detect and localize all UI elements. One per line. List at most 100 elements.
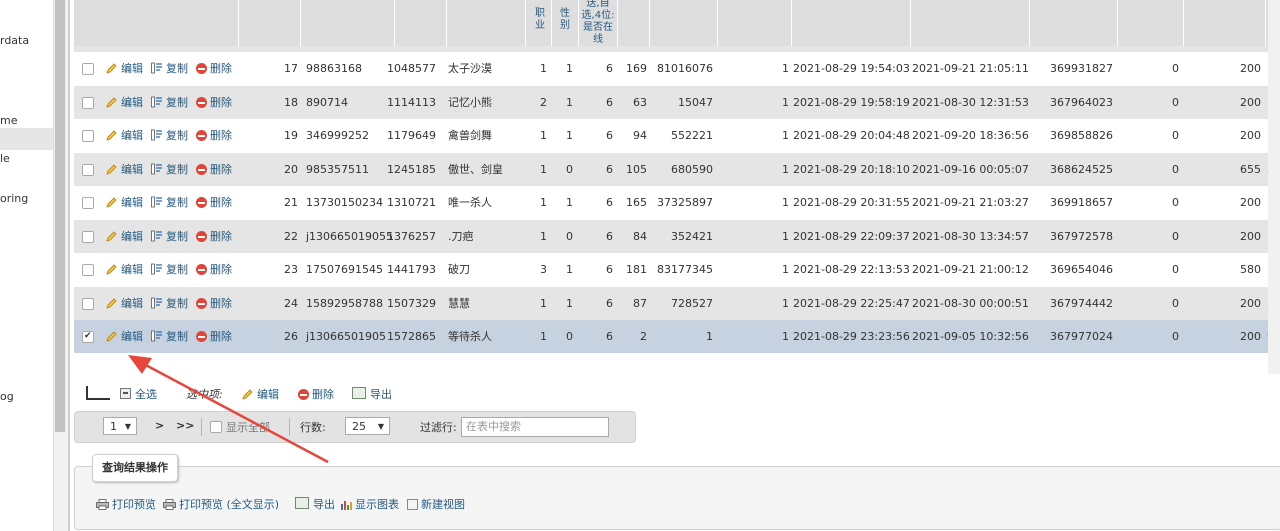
cell-c9[interactable]: 367974442 bbox=[1031, 287, 1113, 320]
row-delete-button[interactable]: 删除 bbox=[196, 320, 232, 353]
cell-c2[interactable]: 0 bbox=[555, 153, 573, 186]
cell-c10[interactable]: 0 bbox=[1119, 52, 1179, 85]
cell-c10[interactable]: 0 bbox=[1119, 320, 1179, 353]
cell-uid[interactable]: 1376257 bbox=[374, 220, 436, 253]
row-edit-button[interactable]: 编辑 bbox=[106, 119, 143, 152]
cell-created[interactable]: 2021-08-29 20:31:55 bbox=[793, 186, 910, 219]
cell-id[interactable]: 18 bbox=[276, 86, 298, 119]
cell-uid[interactable]: 1507329 bbox=[374, 287, 436, 320]
row-checkbox[interactable] bbox=[82, 230, 94, 243]
cell-c2[interactable]: 1 bbox=[555, 52, 573, 85]
cell-last[interactable]: 2021-09-21 21:03:27 bbox=[912, 186, 1029, 219]
table-row[interactable]: 编辑 复制 删除 22 j130665019055 1376257 .刀疤 1 0 6 84 3524… bbox=[74, 219, 1280, 254]
row-checkbox[interactable] bbox=[82, 96, 94, 109]
next-page-button[interactable]: > bbox=[155, 419, 164, 432]
cell-uid[interactable]: 1245185 bbox=[374, 153, 436, 186]
cell-c1[interactable]: 1 bbox=[529, 287, 547, 320]
row-delete-button[interactable]: 删除 bbox=[196, 186, 232, 219]
navigation-scrollbar-thumb[interactable] bbox=[55, 0, 65, 432]
cell-c1[interactable]: 1 bbox=[529, 186, 547, 219]
cell-c6[interactable]: 1 bbox=[719, 119, 789, 152]
cell-last[interactable]: 2021-08-30 13:34:57 bbox=[912, 220, 1029, 253]
cell-c9[interactable]: 369931827 bbox=[1031, 52, 1113, 85]
cell-c4[interactable]: 105 bbox=[619, 153, 647, 186]
cell-last[interactable]: 2021-09-16 00:05:07 bbox=[912, 153, 1029, 186]
cell-c4[interactable]: 87 bbox=[619, 287, 647, 320]
cell-c9[interactable]: 367964023 bbox=[1031, 86, 1113, 119]
row-delete-button[interactable]: 删除 bbox=[196, 153, 232, 186]
table-scrollbar[interactable] bbox=[1268, 0, 1280, 374]
cell-last[interactable]: 2021-09-21 21:05:11 bbox=[912, 52, 1029, 85]
table-row[interactable]: 编辑 复制 删除 19 346999252 1179649 禽兽剑舞 1 1 6 94 552221 1… bbox=[74, 119, 1280, 153]
cell-c11[interactable]: 200 bbox=[1185, 52, 1261, 85]
last-page-button[interactable]: >> bbox=[176, 419, 194, 432]
cell-c9[interactable]: 369858826 bbox=[1031, 119, 1113, 152]
row-checkbox[interactable] bbox=[82, 197, 94, 209]
row-delete-button[interactable]: 删除 bbox=[196, 253, 232, 286]
cell-c1[interactable]: 2 bbox=[529, 86, 547, 119]
column-header-online[interactable]: 送,自 选,4位: 是否在 线 bbox=[579, 0, 617, 46]
create-view-button[interactable]: 新建视图 bbox=[407, 496, 465, 512]
cell-name[interactable]: 等待杀人 bbox=[448, 320, 528, 353]
cell-c5[interactable]: 81016076 bbox=[651, 52, 713, 85]
cell-c1[interactable]: 3 bbox=[529, 253, 547, 286]
cell-c10[interactable]: 0 bbox=[1119, 220, 1179, 253]
cell-c11[interactable]: 200 bbox=[1185, 119, 1261, 152]
cell-created[interactable]: 2021-08-29 19:54:03 bbox=[793, 52, 910, 85]
cell-c2[interactable]: 1 bbox=[555, 186, 573, 219]
bulk-edit-button[interactable]: 编辑 bbox=[242, 386, 279, 402]
row-checkbox[interactable] bbox=[82, 329, 94, 343]
cell-last[interactable]: 2021-09-05 10:32:56 bbox=[912, 320, 1029, 353]
cell-c5[interactable]: 15047 bbox=[651, 86, 713, 119]
row-copy-button[interactable]: 复制 bbox=[151, 320, 188, 353]
cell-created[interactable]: 2021-08-29 19:58:19 bbox=[793, 86, 910, 119]
cell-created[interactable]: 2021-08-29 22:13:53 bbox=[793, 253, 910, 286]
rows-per-page-select[interactable]: 25 ▼ bbox=[345, 417, 390, 435]
cell-c4[interactable]: 169 bbox=[619, 52, 647, 85]
cell-c4[interactable]: 165 bbox=[619, 186, 647, 219]
table-row[interactable]: 编辑 复制 删除 24 15892958788 1507329 慧慧 1 1 6 87 728527 1… bbox=[74, 286, 1280, 321]
panel-divider[interactable] bbox=[68, 0, 70, 531]
show-all-checkbox[interactable] bbox=[210, 421, 222, 433]
cell-c2[interactable]: 1 bbox=[555, 119, 573, 152]
cell-c4[interactable]: 63 bbox=[619, 86, 647, 119]
cell-uid[interactable]: 1048577 bbox=[374, 52, 436, 85]
cell-c3[interactable]: 6 bbox=[579, 220, 613, 253]
cell-id[interactable]: 21 bbox=[276, 186, 298, 219]
cell-c11[interactable]: 655 bbox=[1185, 153, 1261, 186]
cell-c5[interactable]: 83177345 bbox=[651, 253, 713, 286]
cell-uid[interactable]: 1114113 bbox=[374, 86, 436, 119]
export-button[interactable]: 导出 bbox=[295, 496, 335, 512]
cell-c11[interactable]: 200 bbox=[1185, 220, 1261, 253]
row-edit-button[interactable]: 编辑 bbox=[106, 186, 143, 219]
cell-c6[interactable]: 1 bbox=[719, 86, 789, 119]
cell-id[interactable]: 22 bbox=[276, 220, 298, 253]
print-preview-button[interactable]: 打印预览 bbox=[96, 496, 156, 512]
cell-created[interactable]: 2021-08-29 22:25:47 bbox=[793, 287, 910, 320]
row-edit-button[interactable]: 编辑 bbox=[106, 153, 143, 186]
table-row[interactable]: 编辑 复制 删除 17 98863168 1048577 太子沙漠 1 1 6 169 8101607… bbox=[74, 52, 1280, 86]
row-delete-button[interactable]: 删除 bbox=[196, 220, 232, 253]
cell-name[interactable]: 破刀 bbox=[448, 253, 528, 286]
cell-id[interactable]: 26 bbox=[276, 320, 298, 353]
cell-c10[interactable]: 0 bbox=[1119, 287, 1179, 320]
cell-c11[interactable]: 200 bbox=[1185, 186, 1261, 219]
cell-c11[interactable]: 200 bbox=[1185, 320, 1261, 353]
row-checkbox[interactable] bbox=[82, 163, 94, 176]
cell-name[interactable]: 慧慧 bbox=[448, 287, 528, 320]
cell-c4[interactable]: 2 bbox=[619, 320, 647, 353]
nav-item[interactable]: rdata bbox=[0, 34, 29, 47]
cell-c6[interactable]: 1 bbox=[719, 287, 789, 320]
cell-name[interactable]: 记忆小熊 bbox=[448, 86, 528, 119]
select-all-button[interactable]: 全选 bbox=[120, 386, 157, 402]
row-copy-button[interactable]: 复制 bbox=[151, 153, 188, 186]
cell-last[interactable]: 2021-09-21 21:00:12 bbox=[912, 253, 1029, 286]
cell-created[interactable]: 2021-08-29 23:23:56 bbox=[793, 320, 910, 353]
cell-c5[interactable]: 1 bbox=[651, 320, 713, 353]
cell-id[interactable]: 19 bbox=[276, 119, 298, 152]
cell-c6[interactable]: 1 bbox=[719, 320, 789, 353]
cell-c2[interactable]: 1 bbox=[555, 287, 573, 320]
table-row[interactable]: 编辑 复制 删除 21 13730150234 1310721 唯一杀人 1 1 6 165 3732… bbox=[74, 186, 1280, 220]
cell-c4[interactable]: 181 bbox=[619, 253, 647, 286]
table-row[interactable]: 编辑复制删除26j130665019051572865等待杀人106211202… bbox=[74, 320, 1280, 354]
